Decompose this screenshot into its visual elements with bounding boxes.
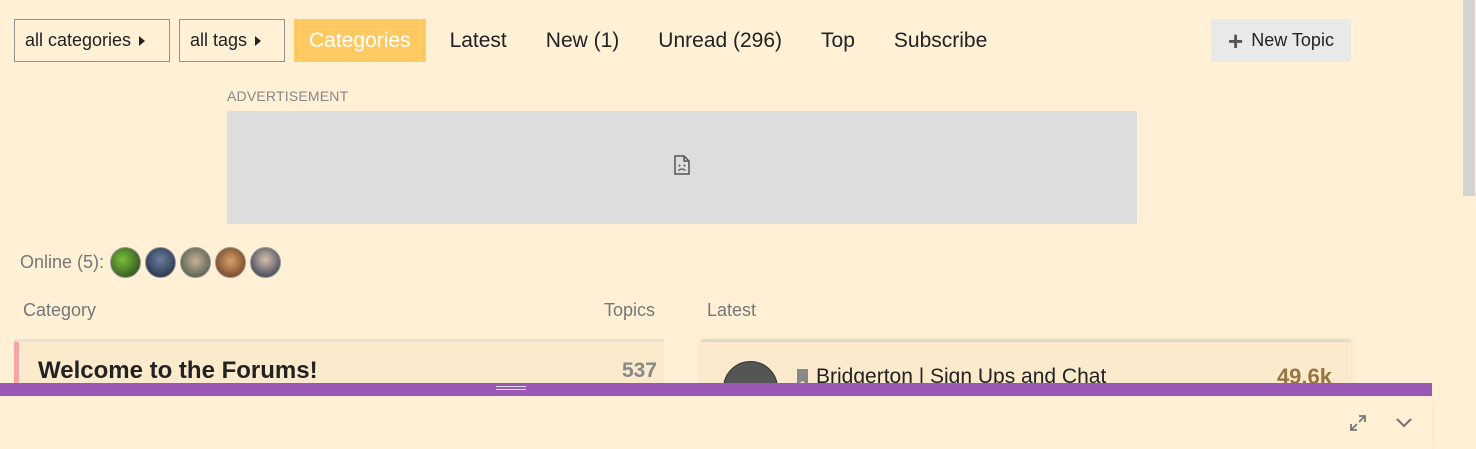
category-title[interactable]: Welcome to the Forums! bbox=[38, 357, 318, 385]
tab-latest[interactable]: Latest bbox=[435, 19, 522, 62]
chevron-down-icon[interactable] bbox=[1393, 412, 1415, 434]
expand-icon[interactable] bbox=[1347, 412, 1369, 434]
user-avatar-2[interactable] bbox=[145, 246, 177, 278]
new-topic-button[interactable]: + New Topic bbox=[1211, 19, 1351, 62]
new-topic-label: New Topic bbox=[1251, 30, 1334, 50]
plus-icon: + bbox=[1228, 25, 1244, 56]
advertisement-slot[interactable] bbox=[227, 111, 1137, 224]
tags-dropdown[interactable]: all tags bbox=[179, 19, 285, 62]
advertisement-label: ADVERTISEMENT bbox=[227, 88, 349, 104]
online-users: Online (5): bbox=[20, 246, 285, 278]
categories-dropdown[interactable]: all categories bbox=[14, 19, 170, 62]
latest-column-header: Latest bbox=[707, 300, 757, 320]
panel-resize-bar[interactable] bbox=[0, 383, 1432, 396]
caret-right-icon bbox=[255, 35, 262, 46]
broken-image-icon bbox=[673, 155, 691, 180]
category-column-header: Category bbox=[23, 300, 97, 320]
tab-new[interactable]: New (1) bbox=[531, 19, 635, 62]
scrollbar-thumb[interactable] bbox=[1463, 0, 1475, 196]
user-avatar-1[interactable] bbox=[110, 246, 142, 278]
tab-unread[interactable]: Unread (296) bbox=[643, 19, 797, 62]
caret-right-icon bbox=[139, 35, 146, 46]
user-avatar-4[interactable] bbox=[215, 246, 247, 278]
tags-dropdown-label: all tags bbox=[190, 30, 248, 50]
online-label: Online (5): bbox=[20, 251, 105, 272]
category-topic-count: 537 bbox=[621, 359, 657, 382]
categories-dropdown-label: all categories bbox=[25, 30, 132, 50]
tab-categories[interactable]: Categories bbox=[294, 19, 426, 62]
tab-top[interactable]: Top bbox=[806, 19, 870, 62]
user-avatar-5[interactable] bbox=[250, 246, 282, 278]
user-avatar-3[interactable] bbox=[180, 246, 212, 278]
tab-subscribe[interactable]: Subscribe bbox=[879, 19, 1002, 62]
bottom-panel bbox=[0, 396, 1432, 449]
drag-handle-icon[interactable] bbox=[496, 386, 526, 390]
topics-column-header: Topics bbox=[604, 300, 656, 320]
navigation-bar: all categories all tags Categories Lates… bbox=[14, 19, 1002, 62]
